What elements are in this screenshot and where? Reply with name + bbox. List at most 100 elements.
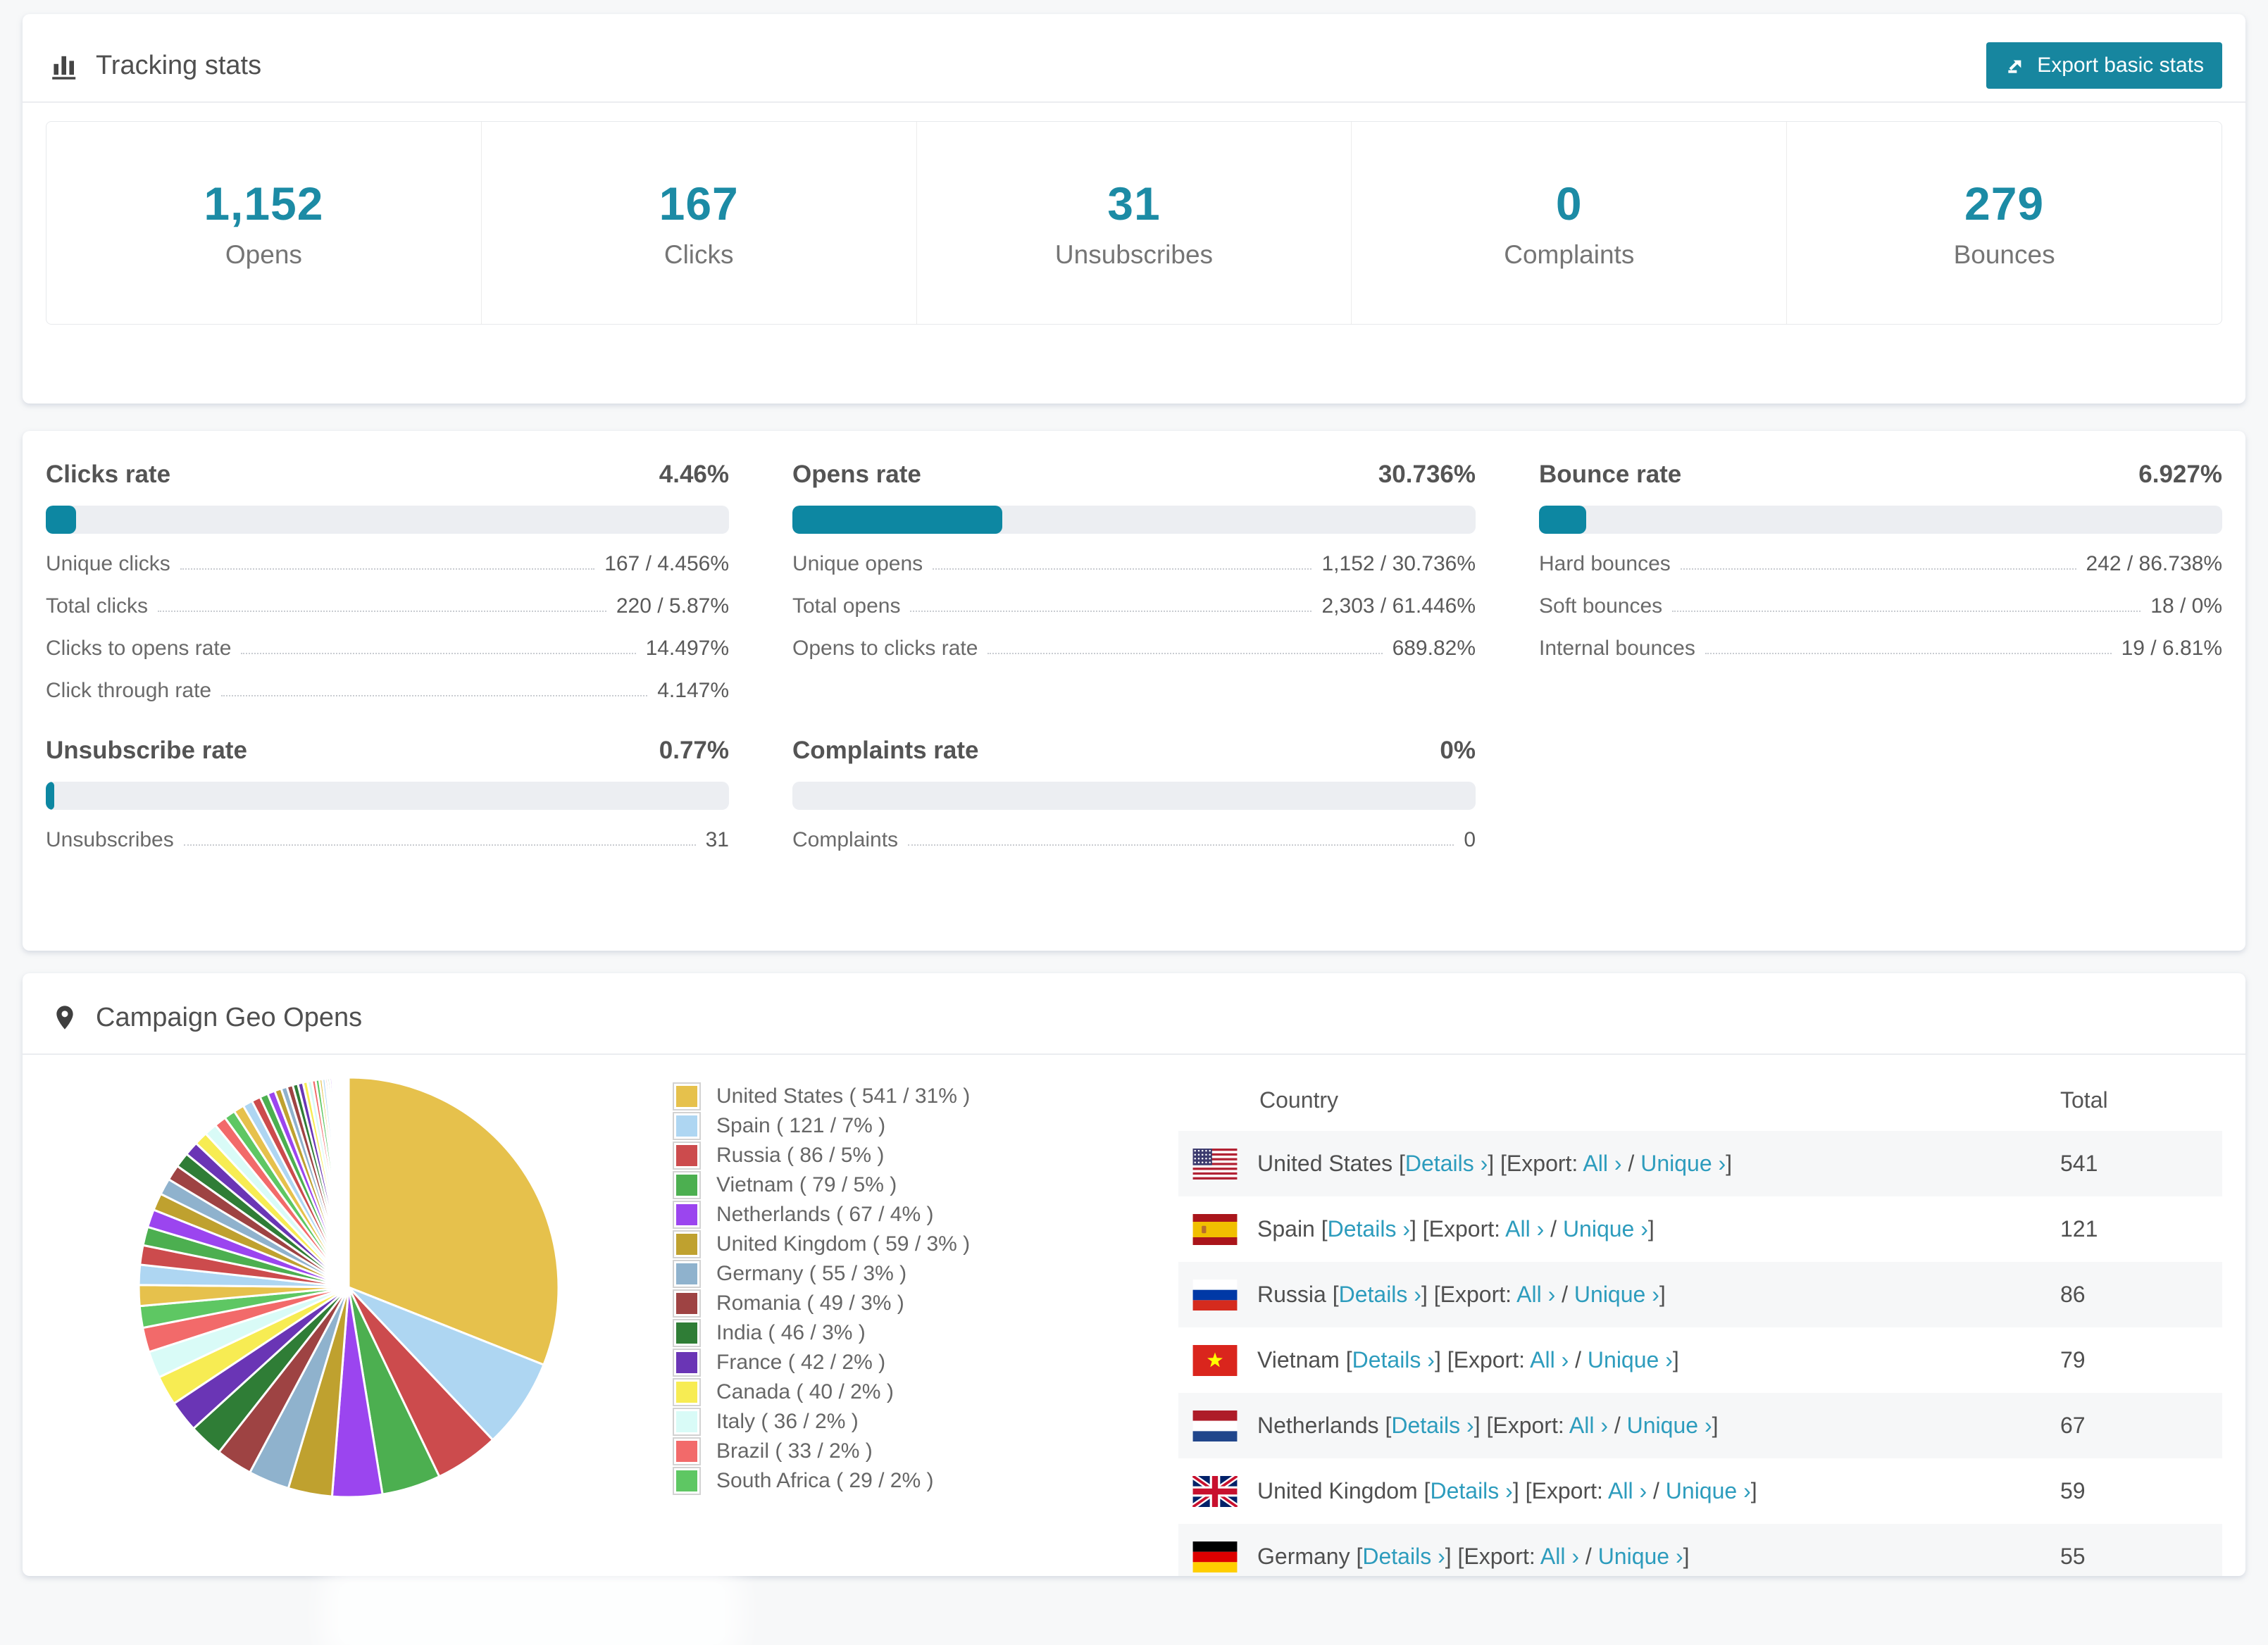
country-name: Vietnam — [1257, 1347, 1340, 1372]
legend-label: United Kingdom ( 59 / 3% ) — [716, 1232, 971, 1256]
geo-table-header: Country Total — [1178, 1069, 2222, 1131]
export-unique-link[interactable]: Unique › — [1627, 1413, 1712, 1438]
geo-title: Campaign Geo Opens — [96, 1002, 363, 1032]
vn-flag-icon — [1192, 1344, 1238, 1376]
legend-label: France ( 42 / 2% ) — [716, 1351, 886, 1374]
legend-item: Russia ( 86 / 5% ) — [673, 1141, 1067, 1170]
total-cell: 67 — [2060, 1413, 2086, 1438]
rate-detail-label: Total opens — [792, 594, 901, 618]
rate-detail-row: Soft bounces 18 / 0% — [1539, 594, 2222, 618]
export-all-link[interactable]: All › — [1540, 1544, 1579, 1569]
opens-count: 1,152 — [204, 177, 324, 230]
export-basic-stats-button[interactable]: Export basic stats — [1986, 42, 2222, 89]
total-cell: 541 — [2060, 1151, 2098, 1176]
dotted-leader — [1680, 568, 2076, 570]
total-column-header: Total — [2060, 1087, 2108, 1113]
bounce-rate-progressbar — [1539, 506, 2222, 534]
legend-item: South Africa ( 29 / 2% ) — [673, 1466, 1067, 1496]
total-cell: 55 — [2060, 1544, 2086, 1569]
export-unique-link[interactable]: Unique › — [1574, 1282, 1659, 1307]
dotted-leader — [221, 695, 648, 696]
legend-label: Spain ( 121 / 7% ) — [716, 1114, 886, 1137]
total-cell: 79 — [2060, 1347, 2086, 1372]
rate-detail-value: 18 / 0% — [2150, 594, 2222, 618]
legend-swatch — [673, 1082, 701, 1111]
dotted-leader — [910, 611, 1312, 612]
details-link[interactable]: Details › — [1405, 1151, 1488, 1176]
export-unique-link[interactable]: Unique › — [1588, 1347, 1673, 1372]
details-link[interactable]: Details › — [1362, 1544, 1445, 1569]
geo-content: United States ( 541 / 31% ) Spain ( 121 … — [23, 1055, 2245, 1576]
pie-slice — [347, 1076, 350, 1288]
rate-detail-row: Unique clicks 167 / 4.456% — [46, 552, 729, 576]
legend-swatch — [673, 1467, 701, 1495]
export-unique-link[interactable]: Unique › — [1598, 1544, 1683, 1569]
total-cell: 121 — [2060, 1216, 2098, 1241]
export-button-label: Export basic stats — [2037, 54, 2204, 77]
bounce-rate-value: 6.927% — [2138, 461, 2222, 488]
country-cell: Vietnam [Details ›] [Export: All › / Uni… — [1257, 1347, 1679, 1372]
legend-swatch — [673, 1437, 701, 1465]
rate-detail-label: Opens to clicks rate — [792, 637, 978, 660]
legend-item: Italy ( 36 / 2% ) — [673, 1407, 1067, 1437]
table-row: Netherlands [Details ›] [Export: All › /… — [1178, 1393, 2222, 1458]
country-cell: Spain [Details ›] [Export: All › / Uniqu… — [1257, 1216, 1655, 1241]
total-cell: 59 — [2060, 1478, 2086, 1503]
details-link[interactable]: Details › — [1391, 1413, 1473, 1438]
floating-overlay — [338, 1582, 725, 1645]
details-link[interactable]: Details › — [1352, 1347, 1435, 1372]
details-link[interactable]: Details › — [1328, 1216, 1410, 1241]
rate-detail-label: Hard bounces — [1539, 552, 1671, 575]
details-link[interactable]: Details › — [1430, 1478, 1512, 1503]
bounce-rate-title: Bounce rate — [1539, 461, 1682, 488]
legend-label: South Africa ( 29 / 2% ) — [716, 1469, 934, 1492]
dotted-leader — [1672, 611, 2141, 612]
complaints-rate-title: Complaints rate — [792, 737, 979, 764]
rate-detail-label: Unsubscribes — [46, 828, 174, 851]
legend-label: Germany ( 55 / 3% ) — [716, 1262, 907, 1285]
rate-detail-value: 2,303 / 61.446% — [1321, 594, 1476, 618]
table-row: Russia [Details ›] [Export: All › / Uniq… — [1178, 1262, 2222, 1327]
unsubscribe-rate-progressbar — [46, 782, 729, 810]
country-name: Netherlands — [1257, 1413, 1379, 1438]
country-name: Spain — [1257, 1216, 1315, 1241]
legend-item: Brazil ( 33 / 2% ) — [673, 1437, 1067, 1466]
legend-item: United Kingdom ( 59 / 3% ) — [673, 1230, 1067, 1259]
export-all-link[interactable]: All › — [1530, 1347, 1569, 1372]
export-unique-link[interactable]: Unique › — [1563, 1216, 1648, 1241]
export-all-link[interactable]: All › — [1516, 1282, 1555, 1307]
geo-legend: United States ( 541 / 31% ) Spain ( 121 … — [673, 1082, 1067, 1496]
table-row: United States [Details ›] [Export: All ›… — [1178, 1131, 2222, 1196]
rate-detail-row: Internal bounces 19 / 6.81% — [1539, 637, 2222, 661]
rate-detail-row: Unique opens 1,152 / 30.736% — [792, 552, 1476, 576]
export-all-link[interactable]: All › — [1505, 1216, 1544, 1241]
legend-swatch — [673, 1201, 701, 1229]
bar-chart-icon — [51, 50, 82, 81]
unsubscribe-rate-title: Unsubscribe rate — [46, 737, 247, 764]
opens-rate-title: Opens rate — [792, 461, 921, 488]
country-column-header: Country — [1259, 1087, 1339, 1113]
export-all-link[interactable]: All › — [1608, 1478, 1647, 1503]
rate-detail-label: Total clicks — [46, 594, 149, 618]
legend-label: Italy ( 36 / 2% ) — [716, 1410, 859, 1433]
legend-label: United States ( 541 / 31% ) — [716, 1084, 971, 1108]
legend-label: Brazil ( 33 / 2% ) — [716, 1439, 873, 1463]
dotted-leader — [180, 568, 595, 570]
rate-detail-row: Total opens 2,303 / 61.446% — [792, 594, 1476, 618]
rate-detail-value: 1,152 / 30.736% — [1321, 552, 1476, 575]
rate-detail-row: Total clicks 220 / 5.87% — [46, 594, 729, 618]
rate-detail-value: 31 — [705, 828, 729, 851]
geo-header: Campaign Geo Opens — [23, 973, 2245, 1041]
legend-swatch — [673, 1378, 701, 1406]
export-unique-link[interactable]: Unique › — [1640, 1151, 1726, 1176]
export-unique-link[interactable]: Unique › — [1666, 1478, 1751, 1503]
tracking-stats-title-row: Tracking stats — [51, 50, 261, 81]
export-all-link[interactable]: All › — [1569, 1413, 1608, 1438]
rate-detail-label: Soft bounces — [1539, 594, 1663, 618]
legend-swatch — [673, 1171, 701, 1199]
legend-item: Romania ( 49 / 3% ) — [673, 1289, 1067, 1318]
export-all-link[interactable]: All › — [1583, 1151, 1621, 1176]
geo-pie-chart — [130, 1069, 567, 1506]
details-link[interactable]: Details › — [1339, 1282, 1421, 1307]
legend-item: Canada ( 40 / 2% ) — [673, 1377, 1067, 1407]
